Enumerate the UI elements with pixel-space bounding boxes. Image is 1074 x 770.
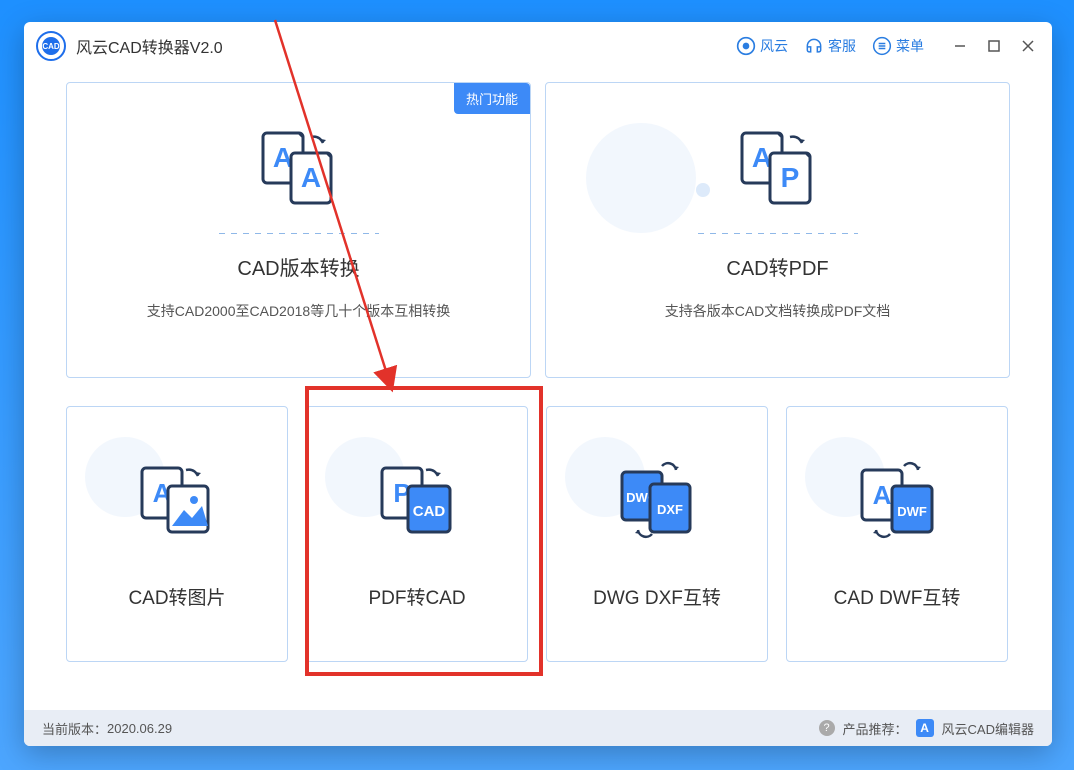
support-label: 客服	[828, 36, 856, 56]
content: 热门功能 A A CAD版本转换 支持CAD2000至CAD201	[24, 70, 1052, 710]
row-featured: 热门功能 A A CAD版本转换 支持CAD2000至CAD201	[66, 82, 1010, 378]
bg-circle	[586, 123, 696, 233]
version-label: 当前版本：	[42, 719, 107, 738]
card-title: CAD版本转换	[237, 252, 359, 281]
maximize-button[interactable]	[984, 36, 1004, 56]
bg-dot	[696, 183, 710, 197]
cad-pdf-icon: A P	[728, 123, 828, 213]
card-title: CAD DWF互转	[834, 583, 961, 610]
app-logo: CAD	[36, 31, 66, 61]
card-title: CAD转图片	[128, 583, 225, 610]
app-title: 风云CAD转换器V2.0	[76, 34, 223, 58]
maximize-icon	[987, 39, 1001, 53]
svg-text:A: A	[873, 480, 892, 510]
product-badge-icon: A	[916, 719, 934, 737]
close-icon	[1021, 39, 1035, 53]
pdf-cad-icon: P CAD	[372, 455, 462, 545]
cad-image-icon: A	[132, 455, 222, 545]
menu-button[interactable]: 菜单	[872, 36, 924, 56]
menu-icon	[872, 36, 892, 56]
dwg-dxf-icon: DWG DXF	[612, 455, 702, 545]
card-cad-version[interactable]: 热门功能 A A CAD版本转换 支持CAD2000至CAD201	[66, 82, 531, 378]
card-pdf-cad[interactable]: P CAD PDF转CAD	[306, 406, 528, 662]
divider	[219, 233, 379, 234]
fengyun-button[interactable]: 风云	[736, 36, 788, 56]
svg-text:P: P	[780, 162, 799, 193]
menu-label: 菜单	[896, 36, 924, 56]
minimize-button[interactable]	[950, 36, 970, 56]
card-title: CAD转PDF	[726, 252, 828, 281]
version-value: 2020.06.29	[107, 721, 172, 736]
divider	[698, 233, 858, 234]
minimize-icon	[953, 39, 967, 53]
card-title: DWG DXF互转	[593, 583, 721, 610]
cad-dwf-icon: A DWF	[852, 455, 942, 545]
hot-badge: 热门功能	[454, 83, 530, 114]
support-button[interactable]: 客服	[804, 36, 856, 56]
card-desc: 支持CAD2000至CAD2018等几十个版本互相转换	[147, 301, 450, 321]
recommend-product[interactable]: 风云CAD编辑器	[942, 719, 1034, 738]
target-icon	[736, 36, 756, 56]
card-cad-pdf[interactable]: A P CAD转PDF 支持各版本CAD文档转换成PDF文档	[545, 82, 1010, 378]
help-icon[interactable]: ?	[819, 720, 835, 736]
recommend-label: 产品推荐：	[843, 719, 908, 738]
card-desc: 支持各版本CAD文档转换成PDF文档	[665, 301, 891, 321]
headset-icon	[804, 36, 824, 56]
status-recommend: ? 产品推荐： A 风云CAD编辑器	[819, 719, 1034, 738]
titlebar: CAD 风云CAD转换器V2.0 风云 客服	[24, 22, 1052, 70]
svg-text:A: A	[300, 162, 320, 193]
cad-version-icon: A A	[249, 123, 349, 213]
card-cad-dwf[interactable]: A DWF CAD DWF互转	[786, 406, 1008, 662]
card-cad-image[interactable]: A CAD转图片	[66, 406, 288, 662]
card-dwg-dxf[interactable]: DWG DXF DWG DXF互转	[546, 406, 768, 662]
svg-text:DWF: DWF	[897, 504, 927, 519]
app-window: CAD 风云CAD转换器V2.0 风云 客服	[24, 22, 1052, 746]
close-button[interactable]	[1018, 36, 1038, 56]
fengyun-label: 风云	[760, 36, 788, 56]
title-actions: 风云 客服 菜单	[736, 36, 1038, 56]
card-title: PDF转CAD	[368, 583, 465, 610]
svg-text:CAD: CAD	[413, 503, 446, 520]
app-logo-text: CAD	[42, 37, 60, 55]
statusbar: 当前版本： 2020.06.29 ? 产品推荐： A 风云CAD编辑器	[24, 710, 1052, 746]
svg-text:DXF: DXF	[657, 502, 683, 517]
status-version: 当前版本： 2020.06.29	[42, 719, 172, 738]
window-controls	[950, 36, 1038, 56]
row-tools: A CAD转图片 P CA	[66, 406, 1010, 662]
